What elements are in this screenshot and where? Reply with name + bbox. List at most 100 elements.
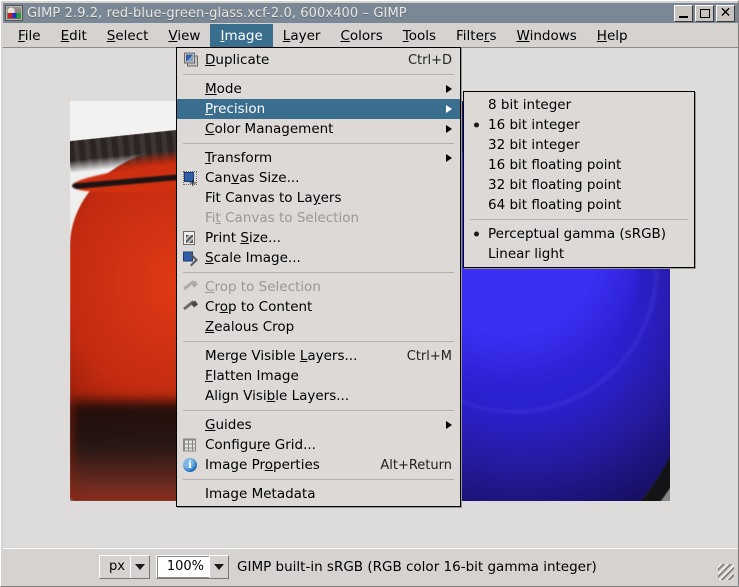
menu-edit[interactable]: Edit [51,24,97,47]
menu-item-label: Align Visible Layers... [205,388,350,404]
resize-grip-icon[interactable] [718,563,734,580]
menu-item-label: Configure Grid... [205,437,316,453]
menu-filters[interactable]: Filters [446,24,507,47]
precision-option-16-bit-integer[interactable]: 16 bit integer [464,115,694,135]
menu-item-label: Canvas Size... [205,170,300,186]
submenu-arrow-icon [446,125,452,133]
duplicate-icon [184,52,195,64]
menu-label: Windows [516,27,577,44]
precision-option-64-bit-floating-point[interactable]: 64 bit floating point [464,195,694,215]
precision-submenu[interactable]: 8 bit integer 16 bit integer 32 bit intege… [463,91,695,268]
menu-item-label: Scale Image... [205,250,301,266]
window-controls: ✕ [674,4,735,22]
menu-item-flatten-image[interactable]: Flatten Image [177,366,460,386]
menu-item-label: Image Properties [205,457,320,473]
menu-file[interactable]: File [8,24,51,47]
menu-item-guides[interactable]: Guides [177,415,460,435]
menu-item-label: Fit Canvas to Layers [205,190,342,206]
menu-item-label: Flatten Image [205,368,299,384]
maximize-button[interactable] [695,4,714,22]
image-properties-icon [183,458,197,472]
precision-option-perceptual-gamma-srgb[interactable]: Perceptual gamma (sRGB) [464,224,694,244]
menu-item-label: Crop to Selection [205,279,321,295]
status-message: GIMP built-in sRGB (RGB color 16-bit gam… [237,558,597,575]
menu-view[interactable]: View [158,24,210,47]
close-button[interactable]: ✕ [716,4,735,22]
canvas-size-icon [183,171,197,189]
menu-item-fit-canvas-to-selection: Fit Canvas to Selection [177,208,460,228]
precision-option-linear-light[interactable]: Linear light [464,244,694,264]
menu-label: Filters [456,27,497,44]
menu-label: View [168,27,201,44]
menu-item-color-management[interactable]: Color Management [177,119,460,139]
menu-label: Layer [282,27,321,44]
menu-item-precision[interactable]: Precision [177,99,460,119]
gimp-wilber-icon [5,5,23,21]
minimize-button[interactable] [674,4,693,22]
menu-windows[interactable]: Windows [507,24,587,47]
precision-option-label: 32 bit floating point [488,177,622,193]
menu-label: Tools [402,27,436,44]
precision-option-label: Perceptual gamma (sRGB) [488,226,667,242]
scale-image-icon [183,251,196,265]
precision-option-16-bit-floating-point[interactable]: 16 bit floating point [464,155,694,175]
menu-item-align-visible-layers[interactable]: Align Visible Layers... [177,386,460,406]
menu-item-label: Print Size... [205,230,281,246]
title-bar: GIMP 2.9.2, red-blue-green-glass.xcf-2.0… [3,3,738,23]
configure-grid-icon [183,438,196,452]
zoom-value[interactable]: 100% [157,555,209,578]
menu-item-scale-image[interactable]: Scale Image... [177,248,460,268]
submenu-arrow-icon [446,105,452,113]
submenu-separator [470,219,688,220]
menu-item-label: Precision [205,101,266,117]
menu-item-image-metadata[interactable]: Image Metadata [177,484,460,504]
menu-label: Image [220,27,263,44]
menu-item-label: Duplicate [205,52,270,68]
menu-item-print-size[interactable]: Print Size... [177,228,460,248]
precision-option-label: 64 bit floating point [488,197,622,213]
menu-item-crop-to-selection: Crop to Selection [177,277,460,297]
menu-item-mode[interactable]: Mode [177,79,460,99]
menu-separator [183,74,454,75]
unit-combo[interactable]: px [99,554,150,579]
zoom-combo[interactable]: 100% [156,554,229,579]
crop-icon [183,280,198,295]
menu-help[interactable]: Help [587,24,638,47]
menu-item-zealous-crop[interactable]: Zealous Crop [177,317,460,337]
menu-select[interactable]: Select [97,24,159,47]
menu-label: Colors [340,27,383,44]
menu-item-transform[interactable]: Transform [177,148,460,168]
precision-option-8-bit-integer[interactable]: 8 bit integer [464,95,694,115]
radio-selected-icon [474,122,479,128]
menu-item-merge-visible-layers[interactable]: Merge Visible Layers... Ctrl+M [177,346,460,366]
menu-item-canvas-size[interactable]: Canvas Size... [177,168,460,189]
menu-image[interactable]: Image [210,24,273,47]
menu-item-shortcut: Alt+Return [380,457,452,473]
image-menu-dropdown[interactable]: Duplicate Ctrl+D Mode Precision Color Manage… [176,47,461,507]
menu-item-label: Crop to Content [205,299,313,315]
menu-label: File [18,27,41,44]
print-size-icon [183,231,195,245]
precision-option-label: Linear light [488,246,565,262]
menu-item-image-properties[interactable]: Image Properties Alt+Return [177,455,460,475]
menu-item-fit-canvas-to-layers[interactable]: Fit Canvas to Layers [177,188,460,208]
menu-separator [183,341,454,342]
radio-selected-icon [474,231,479,237]
crop-icon [183,300,198,315]
menu-item-crop-to-content[interactable]: Crop to Content [177,297,460,317]
submenu-arrow-icon [446,154,452,162]
chevron-down-icon[interactable] [130,555,149,578]
menu-tools[interactable]: Tools [393,24,446,47]
window-title: GIMP 2.9.2, red-blue-green-glass.xcf-2.0… [27,5,407,21]
menu-layer[interactable]: Layer [273,24,331,47]
precision-option-32-bit-integer[interactable]: 32 bit integer [464,135,694,155]
chevron-down-icon[interactable] [209,555,228,578]
menu-item-label: Mode [205,81,242,97]
precision-option-32-bit-floating-point[interactable]: 32 bit floating point [464,175,694,195]
menu-item-duplicate[interactable]: Duplicate Ctrl+D [177,50,460,70]
menu-label: Help [596,27,628,44]
menu-item-configure-grid[interactable]: Configure Grid... [177,435,460,455]
menu-colors[interactable]: Colors [330,24,392,47]
unit-value: px [109,559,125,574]
menu-separator [183,143,454,144]
